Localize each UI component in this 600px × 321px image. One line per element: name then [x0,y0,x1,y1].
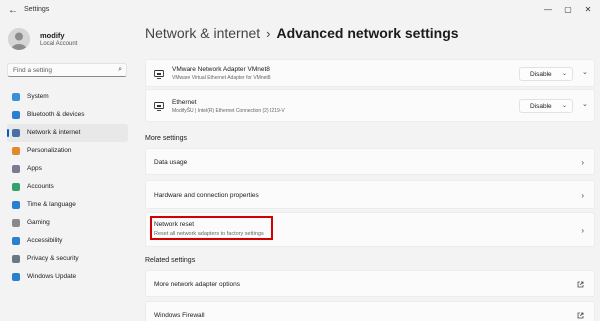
sidebar-item-label: Network & internet [27,129,81,136]
search-icon[interactable]: ⌕ [118,66,122,74]
user-avatar-icon [8,28,30,50]
close-button[interactable]: ✕ [580,2,596,18]
sidebar-item-gaming[interactable]: Gaming [7,214,128,232]
chevron-right-icon: › [581,191,584,200]
shield-icon [12,255,20,263]
row-title: Data usage [154,159,188,166]
adapter-action-button[interactable]: Disable ⌄ [519,67,573,81]
sidebar-item-system[interactable]: System [7,88,128,106]
search-box[interactable]: ⌕ [7,63,127,77]
sidebar-item-bluetooth-devices[interactable]: Bluetooth & devices [7,106,128,124]
sidebar-item-accessibility[interactable]: Accessibility [7,232,128,250]
search-input[interactable] [13,66,108,75]
row-title: Windows Firewall [154,312,205,319]
sidebar-item-label: Accounts [27,183,54,190]
user-profile[interactable]: modify Local Account [8,28,133,58]
avatar [8,28,30,50]
refresh-icon [12,273,20,281]
sidebar-item-personalization[interactable]: Personalization [7,142,128,160]
hardware-properties-row[interactable]: Hardware and connection properties › [145,180,595,209]
breadcrumb-separator: › [266,26,271,41]
wifi-icon [12,129,20,137]
sidebar-item-label: Accessibility [27,237,63,244]
globe-clock-icon [12,201,20,209]
sidebar-item-label: Time & language [27,201,76,208]
minimize-button[interactable]: — [540,2,556,18]
bluetooth-icon [12,111,20,119]
row-title: Hardware and connection properties [154,192,259,199]
apps-icon [12,165,20,173]
sidebar-item-privacy-security[interactable]: Privacy & security [7,250,128,268]
adapter-name: Ethernet [172,99,197,106]
sidebar-item-label: Gaming [27,219,50,226]
breadcrumb: Network & internet › Advanced network sett… [145,25,459,45]
network-adapter-icon [154,70,164,79]
accessibility-icon [12,237,20,245]
data-usage-row[interactable]: Data usage › [145,148,595,175]
page-title: Advanced network settings [276,25,459,41]
adapter-action-button[interactable]: Disable ⌄ [519,99,573,113]
highlight-box [150,216,273,240]
chevron-right-icon: › [581,226,584,235]
adapter-action-label: Disable [530,103,552,110]
sidebar-item-label: Personalization [27,147,72,154]
sidebar: modify Local Account ⌕ System Bluetooth &… [0,22,135,321]
adapter-row-ethernet[interactable]: Ethernet ModifyŠU | Intel(R) Ethernet Co… [145,89,595,122]
more-adapter-options-row[interactable]: More network adapter options [145,270,595,297]
sidebar-item-label: Windows Update [27,273,77,280]
person-icon [12,183,20,191]
sidebar-item-apps[interactable]: Apps [7,160,128,178]
brush-icon [12,147,20,155]
sidebar-item-label: Apps [27,165,42,172]
adapter-name: VMware Network Adapter VMnet8 [172,66,270,73]
adapter-description: ModifyŠU | Intel(R) Ethernet Connection … [172,108,285,114]
chevron-down-icon[interactable]: ⌄ [582,100,588,108]
adapter-row-vmnet8[interactable]: VMware Network Adapter VMnet8 VMware Vir… [145,59,595,87]
row-title: More network adapter options [154,281,240,288]
external-link-icon [577,312,584,319]
main-content: Network & internet › Advanced network sett… [145,22,595,321]
app-title: Settings [24,6,50,13]
external-link-icon [577,281,584,288]
related-settings-heading: Related settings [145,257,196,264]
network-adapter-icon [154,102,164,111]
gamepad-icon [12,219,20,227]
sidebar-item-time-language[interactable]: Time & language [7,196,128,214]
profile-account-type: Local Account [40,41,78,47]
sidebar-item-label: Bluetooth & devices [27,111,85,118]
chevron-right-icon: › [581,158,584,167]
adapter-description: VMware Virtual Ethernet Adapter for VMne… [172,75,271,81]
windows-firewall-row[interactable]: Windows Firewall [145,301,595,321]
chevron-down-icon: ⌄ [561,103,567,109]
maximize-button[interactable]: ▢ [560,2,576,18]
sidebar-item-label: System [27,93,49,100]
breadcrumb-parent[interactable]: Network & internet [145,25,260,41]
sidebar-nav: System Bluetooth & devices Network & inter… [7,88,128,286]
back-button[interactable]: ← [6,4,20,18]
profile-name: modify [40,31,65,40]
sidebar-item-network-internet[interactable]: Network & internet [7,124,128,142]
monitor-icon [12,93,20,101]
title-bar: ← Settings — ▢ ✕ [0,0,600,22]
sidebar-item-accounts[interactable]: Accounts [7,178,128,196]
sidebar-item-windows-update[interactable]: Windows Update [7,268,128,286]
chevron-down-icon[interactable]: ⌄ [582,68,588,76]
adapter-action-label: Disable [530,71,552,78]
chevron-down-icon: ⌄ [561,71,567,77]
more-settings-heading: More settings [145,135,188,142]
sidebar-item-label: Privacy & security [27,255,79,262]
